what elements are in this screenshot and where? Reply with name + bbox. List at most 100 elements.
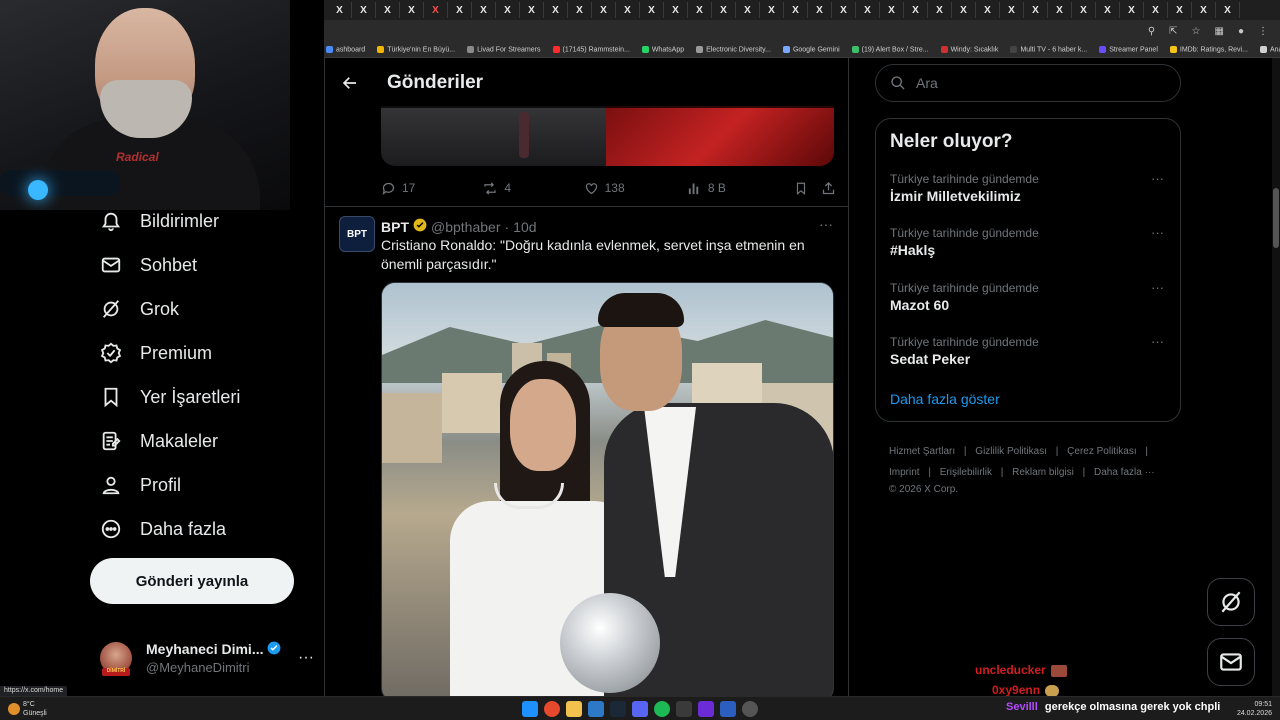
trend-item[interactable]: Türkiye tarihinde gündemde #Haklş ···	[890, 225, 1170, 265]
system-clock[interactable]: 09:51 24.02.2026	[1237, 700, 1272, 718]
browser-tab[interactable]: X	[784, 2, 808, 18]
browser-tab[interactable]: X	[616, 2, 640, 18]
explorer-icon[interactable]	[566, 701, 582, 717]
app-icon[interactable]	[676, 701, 692, 717]
browser-tab[interactable]: X	[760, 2, 784, 18]
browser-tab[interactable]: X	[640, 2, 664, 18]
browser-tab[interactable]: X	[712, 2, 736, 18]
bookmark-item[interactable]: WhatsApp	[641, 45, 684, 53]
post-image[interactable]	[381, 282, 834, 696]
more-horizontal-icon[interactable]: ···	[298, 649, 314, 667]
browser-tab[interactable]: X	[592, 2, 616, 18]
repost-button[interactable]: 4	[482, 181, 583, 196]
bookmark-item[interactable]: IMDb: Ratings, Revi...	[1169, 45, 1248, 53]
search-input[interactable]	[916, 75, 1156, 91]
spotify-icon[interactable]	[654, 701, 670, 717]
trend-item[interactable]: Türkiye tarihinde gündemde İzmir Milletv…	[890, 171, 1170, 211]
discord-icon[interactable]	[632, 701, 648, 717]
nav-item-more[interactable]: Daha fazla	[100, 518, 226, 540]
browser-tab[interactable]: X	[1144, 2, 1168, 18]
browser-tab[interactable]: X	[736, 2, 760, 18]
views-button[interactable]: 8 B	[687, 181, 794, 196]
page-scrollbar[interactable]	[1272, 58, 1280, 696]
bookmark-button[interactable]	[794, 181, 821, 196]
search-box[interactable]	[875, 64, 1181, 102]
browser-tab[interactable]: X	[400, 2, 424, 18]
grok-fab-button[interactable]	[1207, 578, 1255, 626]
browser-tab[interactable]: X	[928, 2, 952, 18]
like-button[interactable]: 138	[584, 181, 687, 196]
app-icon[interactable]	[720, 701, 736, 717]
nav-item-premium[interactable]: Premium	[100, 342, 212, 364]
more-horizontal-icon[interactable]: ···	[1151, 171, 1164, 186]
browser-tab[interactable]: X	[1000, 2, 1024, 18]
search-icon[interactable]: ⚲	[1148, 26, 1155, 37]
browser-tab[interactable]: X	[1120, 2, 1144, 18]
post-button[interactable]: Gönderi yayınla	[90, 558, 294, 604]
nav-item-chat[interactable]: Sohbet	[100, 254, 197, 276]
post-timestamp[interactable]: 10d	[513, 219, 536, 235]
nav-item-grok[interactable]: Grok	[100, 298, 179, 320]
browser-tab[interactable]: X	[448, 2, 472, 18]
weather-widget[interactable]: 8°C Güneşli	[8, 700, 47, 718]
browser-tab[interactable]: X	[808, 2, 832, 18]
browser-tab[interactable]: X	[1048, 2, 1072, 18]
browser-tab[interactable]: X	[856, 2, 880, 18]
more-horizontal-icon[interactable]: ···	[1151, 225, 1164, 240]
trend-item[interactable]: Türkiye tarihinde gündemde Sedat Peker ·…	[890, 334, 1170, 374]
extensions-icon[interactable]: ▦	[1215, 26, 1224, 37]
bookmark-item[interactable]: Streamer Panel	[1099, 45, 1158, 53]
bookmark-item[interactable]: ashboard	[326, 45, 365, 53]
trend-item[interactable]: Türkiye tarihinde gündemde Mazot 60 ···	[890, 280, 1170, 320]
browser-tab[interactable]: X	[1216, 2, 1240, 18]
reply-button[interactable]: 17	[381, 181, 482, 196]
browser-tab[interactable]: X	[832, 2, 856, 18]
back-button[interactable]	[333, 66, 367, 100]
browser-tab[interactable]: X	[1024, 2, 1048, 18]
bookmark-item[interactable]: Google Gemini	[782, 45, 840, 53]
chrome-icon[interactable]	[544, 701, 560, 717]
bookmark-item[interactable]: Ana Sayfa • HBO Max	[1259, 45, 1280, 53]
bookmark-item[interactable]: Livad For Streamers	[467, 45, 541, 53]
post-author-avatar[interactable]: BPT	[339, 216, 375, 252]
profile-icon[interactable]: ●	[1238, 26, 1244, 37]
more-horizontal-icon[interactable]: ···	[1151, 280, 1164, 295]
nav-item-articles[interactable]: Makaleler	[100, 430, 218, 452]
footer-link[interactable]: Çerez Politikası	[1067, 446, 1136, 457]
bookmark-item[interactable]: Türkiye'nin En Büyü...	[377, 45, 455, 53]
browser-tab[interactable]: X	[328, 2, 352, 18]
bookmark-item[interactable]: (17145) Rammstein...	[552, 45, 630, 53]
scrollbar-thumb[interactable]	[1273, 188, 1279, 248]
browser-tab[interactable]: X	[664, 2, 688, 18]
bookmark-item[interactable]: Multi TV - 6 haber k...	[1010, 45, 1087, 53]
menu-icon[interactable]: ⋮	[1258, 26, 1268, 37]
nav-item-notifications[interactable]: Bildirimler	[100, 210, 219, 232]
browser-tab[interactable]: X	[976, 2, 1000, 18]
bookmark-item[interactable]: Electronic Diversity...	[696, 45, 771, 53]
browser-tab[interactable]: X	[376, 2, 400, 18]
browser-tab[interactable]: X	[880, 2, 904, 18]
footer-link[interactable]: Erişilebilirlik	[940, 467, 992, 478]
steam-icon[interactable]	[610, 701, 626, 717]
post-more-icon[interactable]: ···	[819, 216, 833, 232]
start-icon[interactable]	[522, 701, 538, 717]
browser-tab[interactable]: X	[352, 2, 376, 18]
nav-item-bookmarks[interactable]: Yer İşaretleri	[100, 386, 240, 408]
more-horizontal-icon[interactable]: ···	[1151, 334, 1164, 349]
browser-tab[interactable]: X	[688, 2, 712, 18]
messages-fab-button[interactable]	[1207, 638, 1255, 686]
browser-tab[interactable]: X	[1192, 2, 1216, 18]
bookmark-item[interactable]: Windy: Sıcaklık	[940, 45, 998, 53]
footer-link[interactable]: Imprint	[889, 467, 920, 478]
browser-tab[interactable]: X	[1096, 2, 1120, 18]
browser-tab[interactable]: X	[496, 2, 520, 18]
browser-tab[interactable]: X	[904, 2, 928, 18]
footer-link[interactable]: Gizlilik Politikası	[975, 446, 1047, 457]
nav-item-profile[interactable]: Profil	[100, 474, 181, 496]
footer-link[interactable]: Reklam bilgisi	[1012, 467, 1074, 478]
app-icon[interactable]	[588, 701, 604, 717]
browser-tab[interactable]: X	[520, 2, 544, 18]
browser-tab[interactable]: X	[424, 2, 448, 18]
footer-link[interactable]: Hizmet Şartları	[889, 446, 955, 457]
previous-post-media[interactable]	[381, 106, 834, 166]
